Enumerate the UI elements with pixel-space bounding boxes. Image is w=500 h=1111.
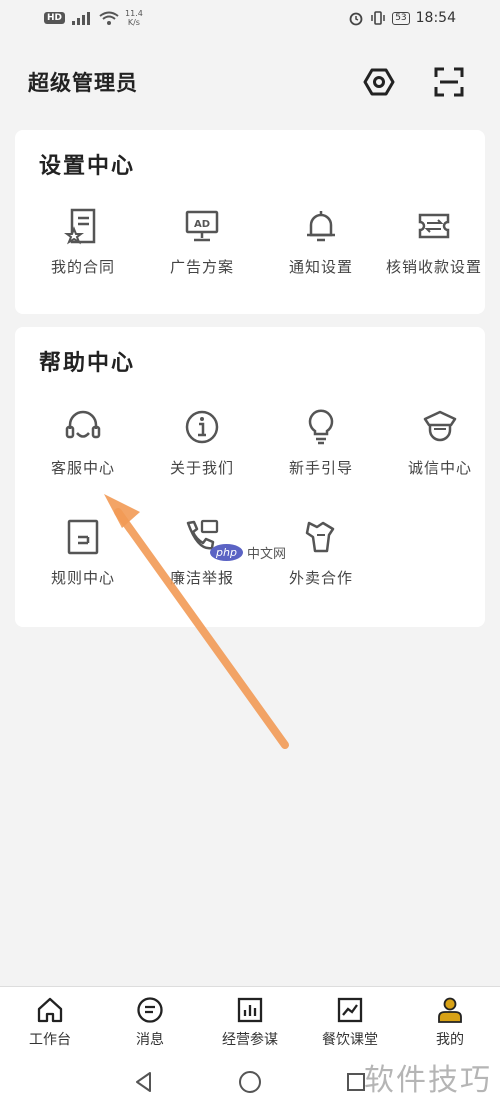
settings-row: 我的合同 AD 广告方案 通知设置 核销收款设置 — [15, 206, 485, 296]
clock: 18:54 — [415, 10, 456, 26]
settings-center-title: 设置中心 — [39, 154, 136, 179]
headset-icon — [63, 407, 103, 447]
cell-signal-icon — [72, 12, 91, 25]
scan-button[interactable] — [432, 65, 466, 99]
settings-item-contract[interactable]: 我的合同 — [23, 206, 143, 296]
help-item-label: 外卖合作 — [288, 569, 353, 587]
settings-item-label: 我的合同 — [50, 258, 115, 276]
scan-icon — [434, 67, 464, 97]
settings-item-label: 通知设置 — [288, 258, 353, 276]
help-item-takeout-cooperation[interactable]: 外卖合作 — [261, 517, 381, 607]
settings-item-label: 广告方案 — [169, 258, 234, 276]
settings-item-label: 核销收款设置 — [385, 258, 482, 276]
nav-home-button[interactable] — [230, 1062, 270, 1102]
help-item-customer-service[interactable]: 客服中心 — [23, 407, 143, 497]
back-triangle-icon — [136, 1072, 151, 1092]
help-item-label: 关于我们 — [169, 459, 234, 477]
help-item-integrity-report[interactable]: 廉洁举报 — [142, 517, 262, 607]
tab-messages[interactable]: 消息 — [100, 987, 200, 1050]
message-icon — [135, 995, 165, 1025]
settings-item-writeoff[interactable]: 核销收款设置 — [380, 206, 488, 296]
police-badge-icon — [420, 407, 460, 447]
php-logo: php — [210, 544, 243, 561]
net-speed-unit: K/s — [127, 18, 140, 27]
tab-label: 消息 — [136, 1032, 164, 1048]
php-watermark: php 中文网 — [210, 543, 286, 562]
line-chart-icon — [335, 995, 365, 1025]
php-watermark-text: 中文网 — [246, 547, 286, 562]
bottom-tab-bar: 工作台 消息 经营参谋 餐饮课堂 我的 — [0, 986, 500, 1050]
net-speed-value: 11.4 — [125, 9, 143, 18]
user-icon — [435, 995, 465, 1025]
home-circle-icon — [239, 1071, 261, 1093]
hd-badge: HD — [44, 12, 66, 24]
help-item-label: 客服中心 — [50, 459, 115, 477]
svg-text:AD: AD — [194, 219, 210, 230]
wifi-icon — [99, 11, 119, 25]
lightbulb-icon — [301, 407, 341, 447]
help-item-label: 规则中心 — [50, 569, 115, 587]
tab-label: 我的 — [436, 1032, 464, 1048]
help-item-beginner-guide[interactable]: 新手引导 — [261, 407, 381, 497]
ad-monitor-icon: AD — [182, 206, 222, 246]
rules-doc-icon — [63, 517, 103, 557]
tab-business-advisor[interactable]: 经营参谋 — [200, 987, 300, 1050]
help-item-label: 廉洁举报 — [169, 569, 234, 587]
help-item-rules-center[interactable]: 规则中心 — [23, 517, 143, 607]
bell-icon — [301, 206, 341, 246]
status-right: 53 18:54 — [348, 10, 456, 26]
settings-item-notification[interactable]: 通知设置 — [261, 206, 381, 296]
help-center-title: 帮助中心 — [39, 351, 136, 376]
help-item-integrity-center[interactable]: 诚信中心 — [380, 407, 500, 497]
tab-label: 餐饮课堂 — [322, 1032, 378, 1048]
info-icon — [182, 407, 222, 447]
header-actions — [362, 65, 466, 99]
nav-back-button[interactable] — [124, 1062, 164, 1102]
tab-mine[interactable]: 我的 — [400, 987, 500, 1050]
hex-settings-icon — [363, 68, 395, 96]
delivery-icon — [301, 517, 341, 557]
page-header: 超级管理员 — [0, 56, 500, 108]
page-title: 超级管理员 — [28, 71, 138, 95]
status-bar: HD 11.4 K/s 53 18:54 — [0, 0, 500, 36]
tab-catering-class[interactable]: 餐饮课堂 — [300, 987, 400, 1050]
status-left: HD 11.4 K/s — [44, 9, 143, 27]
battery-indicator: 53 — [392, 11, 410, 25]
tab-label: 经营参谋 — [222, 1032, 278, 1048]
help-item-label: 诚信中心 — [407, 459, 472, 477]
help-item-about-us[interactable]: 关于我们 — [142, 407, 262, 497]
settings-item-ad-plan[interactable]: AD 广告方案 — [142, 206, 262, 296]
site-watermark: 软件技巧 — [364, 1063, 492, 1098]
settings-center-card: 设置中心 我的合同 AD 广告方案 通知设置 核销收款设置 — [15, 130, 485, 314]
help-row-2: 规则中心 廉洁举报 外卖合作 — [15, 517, 485, 607]
alarm-icon — [349, 12, 363, 26]
help-center-card: 帮助中心 客服中心 关于我们 新手引导 诚信中心 规则中心 廉洁举报 外卖合作 — [15, 327, 485, 627]
net-speed: 11.4 K/s — [125, 9, 143, 27]
contract-icon — [63, 206, 103, 246]
help-item-label: 新手引导 — [288, 459, 353, 477]
tab-label: 工作台 — [29, 1032, 71, 1048]
bar-chart-icon — [235, 995, 265, 1025]
ticket-icon — [414, 206, 454, 246]
settings-button[interactable] — [362, 65, 396, 99]
vibrate-icon — [371, 11, 385, 25]
help-row-1: 客服中心 关于我们 新手引导 诚信中心 — [15, 407, 485, 497]
tab-workbench[interactable]: 工作台 — [0, 987, 100, 1050]
home-icon — [35, 995, 65, 1025]
